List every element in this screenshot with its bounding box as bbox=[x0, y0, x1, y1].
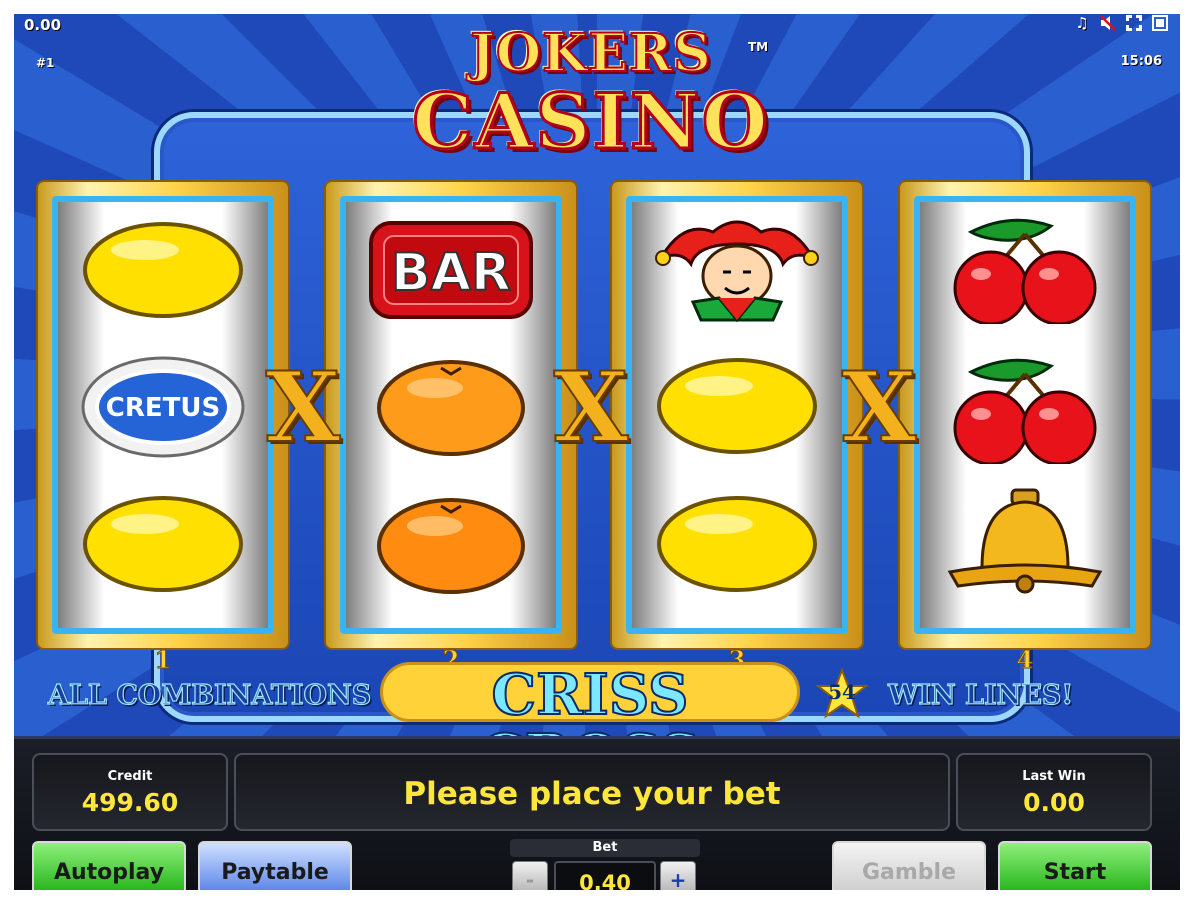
bar-text: BAR bbox=[391, 243, 511, 303]
win-lines-count: 54 bbox=[828, 680, 856, 704]
cretus-text: CRETUS bbox=[106, 393, 220, 423]
logo-trademark: TM bbox=[748, 40, 769, 54]
music-icon[interactable]: ♫ bbox=[1072, 14, 1092, 32]
reel-3: 3 bbox=[610, 180, 864, 675]
gamble-button[interactable]: Gamble bbox=[832, 841, 986, 890]
clock: 15:06 bbox=[1120, 54, 1162, 69]
bet-value: 0.40 bbox=[554, 861, 656, 890]
credit-label: Credit bbox=[107, 769, 153, 784]
orange-symbol bbox=[377, 498, 525, 594]
slogan-banner: ALL COMBINATIONS CRISS CROSS 54 WIN LINE… bbox=[14, 662, 1180, 786]
reel-1: CRETUS 1 bbox=[36, 180, 290, 675]
reel-window bbox=[626, 196, 848, 634]
game-logo: JOKERS CASINO TM bbox=[366, 23, 816, 176]
bar-symbol: BAR bbox=[369, 221, 533, 319]
top-icons: ♫ bbox=[1072, 14, 1170, 32]
reel-window: CRETUS bbox=[52, 196, 274, 634]
lemon-symbol bbox=[83, 496, 243, 592]
last-win-label: Last Win bbox=[1022, 769, 1086, 784]
paytable-button[interactable]: Paytable bbox=[198, 841, 352, 890]
cretus-symbol: CRETUS bbox=[81, 356, 245, 458]
cherries-symbol bbox=[953, 218, 1097, 324]
sound-muted-icon[interactable] bbox=[1098, 14, 1118, 32]
lemon-symbol bbox=[657, 496, 817, 592]
machine-number: #1 bbox=[36, 56, 55, 70]
start-button[interactable]: Start bbox=[998, 841, 1152, 890]
slogan-all-combinations: ALL COMBINATIONS bbox=[47, 679, 372, 711]
reel-window bbox=[914, 196, 1136, 634]
credit-box: Credit 499.60 bbox=[32, 753, 228, 831]
reel-4: 4 bbox=[898, 180, 1152, 675]
slogan-win-lines: WIN LINES! bbox=[887, 679, 1074, 711]
lemon-symbol bbox=[83, 222, 243, 318]
lemon-symbol bbox=[657, 358, 817, 454]
window-icon[interactable] bbox=[1150, 14, 1170, 32]
cherries-symbol bbox=[953, 358, 1097, 464]
status-message: Please place your bet bbox=[403, 776, 781, 812]
autoplay-button[interactable]: Autoplay bbox=[32, 841, 186, 890]
bell-symbol bbox=[947, 488, 1103, 594]
criss-cross-mark: X bbox=[553, 351, 629, 464]
reel-window: BAR bbox=[340, 196, 562, 634]
criss-cross-mark: X bbox=[265, 351, 341, 464]
fullscreen-icon[interactable] bbox=[1124, 14, 1144, 32]
top-credit-display: 0.00 bbox=[24, 16, 62, 34]
slogan-criss-cross: CRISS CROSS bbox=[380, 662, 800, 786]
criss-cross-mark: X bbox=[841, 351, 917, 464]
credit-value: 499.60 bbox=[81, 788, 179, 817]
logo-casino: CASINO bbox=[411, 77, 770, 166]
bet-increase-button[interactable]: + bbox=[660, 861, 696, 890]
last-win-box: Last Win 0.00 bbox=[956, 753, 1152, 831]
bet-decrease-button[interactable]: - bbox=[512, 861, 548, 890]
control-panel: Credit 499.60 Please place your bet Last… bbox=[14, 736, 1180, 890]
game-window: 0.00 #1 15:06 ♫ JOKERS CASINO TM CRETUS … bbox=[14, 14, 1180, 890]
logo-jokers: JOKERS bbox=[469, 23, 712, 84]
orange-symbol bbox=[377, 360, 525, 456]
last-win-value: 0.00 bbox=[1023, 788, 1085, 817]
message-box: Please place your bet bbox=[234, 753, 950, 831]
reel-2: BAR 2 bbox=[324, 180, 578, 675]
joker-symbol bbox=[655, 220, 819, 323]
bet-label: Bet bbox=[510, 839, 700, 857]
